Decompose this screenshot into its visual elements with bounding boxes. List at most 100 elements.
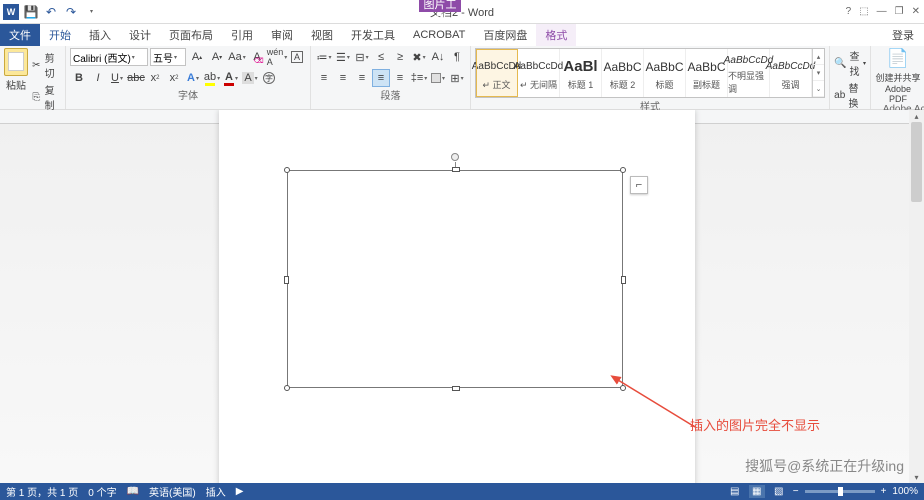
style-heading1[interactable]: AaBl标题 1 [560,49,602,97]
shrink-font-button[interactable]: A▾ [208,48,226,66]
borders-button[interactable]: ⊞ [448,69,466,87]
tab-picture-format[interactable]: 格式 [536,24,576,46]
align-left-button[interactable]: ≡ [315,69,333,87]
tab-developer[interactable]: 开发工具 [342,24,404,46]
qat-customize-icon[interactable] [82,3,100,21]
increase-indent-button[interactable]: ≥ [391,48,409,66]
align-justify-button[interactable]: ≡ [372,69,390,87]
distribute-button[interactable]: ≡ [391,69,409,87]
tab-review[interactable]: 审阅 [262,24,302,46]
redo-icon[interactable]: ↷ [62,3,80,21]
style-emphasis[interactable]: AaBbCcDd强调 [770,49,812,97]
gallery-up-icon[interactable]: ▴ [813,49,824,65]
multilevel-list-button[interactable]: ⊟ [353,48,371,66]
create-pdf-button[interactable]: 📄创建并共享 Adobe PDF [875,48,921,104]
resize-handle-ne[interactable] [620,167,626,173]
font-family-select[interactable]: Calibri (西文) [70,48,148,66]
zoom-in-button[interactable]: + [881,486,887,497]
shading-button[interactable] [429,69,447,87]
layout-options-button[interactable]: ⌐ [630,176,648,194]
close-button[interactable]: ✕ [912,6,920,17]
text-effects-button[interactable]: A [184,69,202,87]
sign-in-link[interactable]: 登录 [882,24,924,46]
gallery-expand-icon[interactable]: ⌄ [813,81,824,97]
tab-design[interactable]: 设计 [120,24,160,46]
tab-insert[interactable]: 插入 [80,24,120,46]
highlight-button[interactable]: ab [203,69,221,87]
asian-layout-button[interactable]: ✖ [410,48,428,66]
word-app-icon[interactable]: W [2,3,20,21]
sort-button[interactable]: A↓ [429,48,447,66]
undo-icon[interactable]: ↶ [42,3,60,21]
ribbon-display-icon[interactable]: ⬚ [859,6,868,17]
char-border-button[interactable]: A [288,48,306,66]
resize-handle-e[interactable] [621,276,626,284]
zoom-out-button[interactable]: − [793,486,799,497]
zoom-level[interactable]: 100% [892,486,918,497]
scroll-down-icon[interactable]: ▾ [909,471,924,483]
resize-handle-sw[interactable] [284,385,290,391]
style-subtitle[interactable]: AaBbC副标题 [686,49,728,97]
tab-layout[interactable]: 页面布局 [160,24,222,46]
find-button[interactable]: 🔍查找 ▾ [834,48,866,78]
word-count[interactable]: 0 个字 [88,484,116,499]
insert-mode[interactable]: 插入 [206,484,226,499]
gallery-more[interactable]: ▴▾⌄ [812,49,824,97]
clear-format-button[interactable]: A⌫ [248,48,266,66]
align-center-button[interactable]: ≡ [334,69,352,87]
subscript-button[interactable]: x2 [146,69,164,87]
bold-button[interactable]: B [70,69,88,87]
inserted-picture[interactable]: ⌐ [287,170,623,388]
decrease-indent-button[interactable]: ≤ [372,48,390,66]
style-subtle-emphasis[interactable]: AaBbCcDd不明显强调 [728,49,770,97]
underline-button[interactable]: U [108,69,126,87]
replace-button[interactable]: ab替换 [834,80,866,110]
align-right-button[interactable]: ≡ [353,69,371,87]
style-normal[interactable]: AaBbCcDd↵ 正文 [476,49,518,97]
resize-handle-n[interactable] [452,167,460,172]
strikethrough-button[interactable]: abc [127,69,145,87]
italic-button[interactable]: I [89,69,107,87]
tab-acrobat[interactable]: ACROBAT [404,24,474,46]
restore-button[interactable]: ❐ [895,6,904,17]
char-shading-button[interactable]: A [241,69,259,87]
enclose-char-button[interactable]: 字 [260,69,278,87]
web-layout-button[interactable]: ▧ [771,485,787,498]
spell-check-icon[interactable]: 📖 [127,486,139,497]
grow-font-button[interactable]: A▴ [188,48,206,66]
zoom-slider[interactable] [805,490,875,493]
tab-home[interactable]: 开始 [40,24,80,46]
page-indicator[interactable]: 第 1 页，共 1 页 [6,484,78,499]
tab-file[interactable]: 文件 [0,24,40,46]
tab-baidu[interactable]: 百度网盘 [474,24,536,46]
resize-handle-s[interactable] [452,386,460,391]
font-size-select[interactable]: 五号 [150,48,186,66]
zoom-thumb[interactable] [838,487,843,496]
resize-handle-w[interactable] [284,276,289,284]
style-nospacing[interactable]: AaBbCcDd↵ 无间隔 [518,49,560,97]
minimize-button[interactable]: — [877,6,887,17]
print-layout-button[interactable]: ▦ [749,485,765,498]
style-heading2[interactable]: AaBbC标题 2 [602,49,644,97]
line-spacing-button[interactable]: ‡≡ [410,69,428,87]
change-case-button[interactable]: Aa [228,48,246,66]
tab-view[interactable]: 视图 [302,24,342,46]
gallery-down-icon[interactable]: ▾ [813,65,824,81]
styles-gallery[interactable]: AaBbCcDd↵ 正文 AaBbCcDd↵ 无间隔 AaBl标题 1 AaBb… [475,48,825,98]
read-mode-button[interactable]: ▤ [727,485,743,498]
bullets-button[interactable]: ≔ [315,48,333,66]
help-icon[interactable]: ? [846,6,852,17]
superscript-button[interactable]: x2 [165,69,183,87]
vertical-scrollbar[interactable]: ▴ ▾ [909,110,924,483]
rotate-handle[interactable] [451,153,459,161]
numbering-button[interactable]: ☰ [334,48,352,66]
show-marks-button[interactable]: ¶ [448,48,466,66]
font-color-button[interactable]: A [222,69,240,87]
resize-handle-nw[interactable] [284,167,290,173]
tab-references[interactable]: 引用 [222,24,262,46]
copy-button[interactable]: ⎘复制 [31,82,61,112]
paste-button[interactable]: 粘贴 [4,48,28,92]
document-area[interactable]: ⌐ 插入的图片完全不显示 [0,110,924,483]
save-icon[interactable]: 💾 [22,3,40,21]
macro-icon[interactable]: ▶ [236,486,244,497]
